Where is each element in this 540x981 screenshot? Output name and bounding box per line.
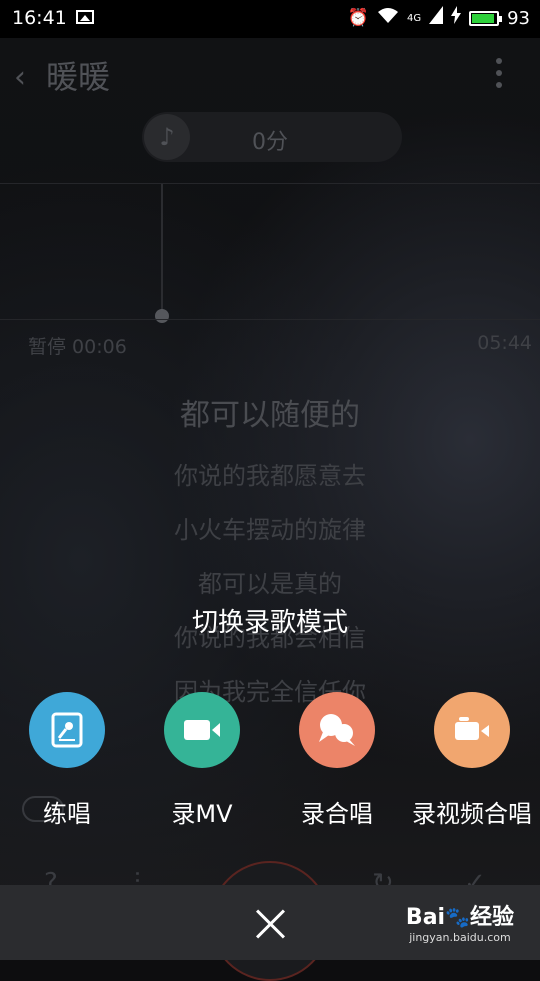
close-icon[interactable]	[248, 903, 292, 947]
duet-chat-icon	[299, 692, 375, 768]
elapsed-time: 暂停 00:06	[28, 336, 127, 358]
back-arrow-icon[interactable]: ‹	[14, 60, 26, 95]
status-icons: ⏰ 4G 93	[347, 5, 530, 31]
pitch-area-top-line	[0, 183, 540, 184]
watermark-url: jingyan.baidu.com	[409, 931, 511, 944]
practice-mic-icon	[29, 692, 105, 768]
song-title: 暖暖	[46, 58, 111, 96]
mode-label: 录视频合唱	[412, 800, 532, 828]
pitch-area-bottom-line	[0, 319, 540, 320]
mode-practice-button[interactable]: 练唱	[0, 692, 137, 829]
watermark-brand: Bai	[405, 905, 446, 930]
lyric-line: 小火车摆动的旋律	[174, 516, 366, 544]
pitch-cursor-dot	[155, 309, 169, 323]
mode-record-mv-button[interactable]: 录MV	[132, 692, 272, 829]
pitch-cursor	[161, 184, 163, 314]
mode-label: 录MV	[171, 800, 233, 828]
status-bar: 16:41 ⏰ 4G 93	[0, 0, 540, 38]
video-camera-icon	[164, 692, 240, 768]
mode-label: 练唱	[43, 800, 91, 828]
charging-icon	[451, 5, 462, 31]
more-options-icon[interactable]	[496, 58, 502, 94]
mode-label: 录合唱	[301, 800, 373, 828]
sheet-title: 切换录歌模式	[191, 608, 348, 638]
music-note-icon: ♪	[144, 114, 190, 160]
wifi-icon	[377, 6, 399, 31]
battery-icon	[469, 10, 503, 26]
lyric-line: 都可以是真的	[198, 570, 342, 598]
watermark: Bai🐾经验 jingyan.baidu.com	[406, 899, 514, 944]
video-duet-icon	[434, 692, 510, 768]
mode-duet-button[interactable]: 录合唱	[267, 692, 407, 829]
mode-video-duet-button[interactable]: 录视频合唱	[402, 692, 540, 829]
score-value: 0分	[252, 130, 288, 155]
image-notification-icon	[76, 10, 94, 24]
total-duration: 05:44	[477, 332, 532, 354]
status-time: 16:41	[12, 7, 67, 29]
lyric-line: 你说的我都愿意去	[174, 462, 366, 490]
signal-icon	[429, 5, 444, 31]
alarm-icon: ⏰	[347, 8, 369, 28]
network-type: 4G	[406, 12, 422, 24]
sheet-bottom-bar: Bai🐾经验 jingyan.baidu.com	[0, 885, 540, 960]
watermark-brand-cn: 经验	[469, 905, 514, 930]
lyric-line-current: 都可以随便的	[180, 398, 360, 433]
battery-percent: 93	[507, 7, 530, 29]
paw-icon: 🐾	[445, 905, 470, 929]
